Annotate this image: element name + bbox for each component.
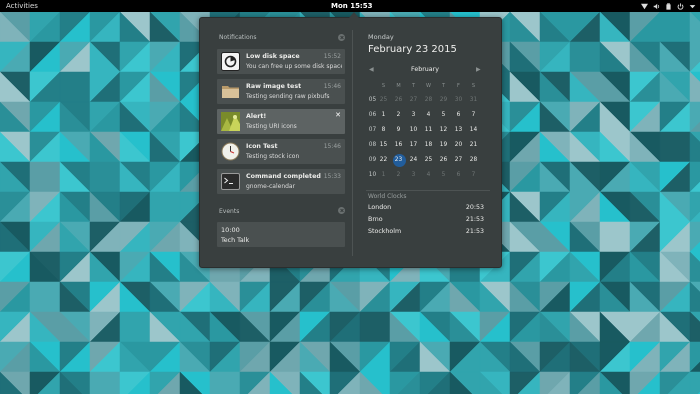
calendar-day[interactable]: 26 bbox=[436, 153, 451, 167]
weekday-header: T bbox=[441, 83, 446, 89]
date-menu-popup: Notifications Low disk space 15:52 You c… bbox=[199, 17, 502, 268]
dropdown-arrow-icon bbox=[689, 4, 696, 8]
network-icon bbox=[641, 3, 648, 9]
calendar-day[interactable]: 8 bbox=[376, 123, 391, 137]
calendar-day[interactable]: 18 bbox=[421, 138, 436, 152]
calendar-day[interactable]: 20 bbox=[451, 138, 466, 152]
calendar-day[interactable]: 3 bbox=[406, 168, 421, 182]
calendar-day[interactable]: 27 bbox=[406, 93, 421, 107]
calendar-day[interactable]: 1 bbox=[376, 108, 391, 122]
calendar-day[interactable]: 5 bbox=[436, 108, 451, 122]
calendar-grid: S M T W T F S 05 25 26 27 28 29 30 31 06 1 2 3 4 5 6 7 07 8 9 10 11… bbox=[200, 18, 503, 269]
calendar-day[interactable]: 17 bbox=[406, 138, 421, 152]
calendar-day[interactable]: 2 bbox=[391, 168, 406, 182]
calendar-day[interactable]: 4 bbox=[421, 168, 436, 182]
calendar-day[interactable]: 14 bbox=[466, 123, 481, 137]
calendar-day[interactable]: 22 bbox=[376, 153, 391, 167]
calendar-day[interactable]: 29 bbox=[436, 93, 451, 107]
weekday-header: F bbox=[457, 83, 460, 89]
weekday-header: S bbox=[471, 83, 476, 89]
battery-icon bbox=[666, 2, 671, 10]
calendar-day[interactable]: 12 bbox=[436, 123, 451, 137]
calendar-day[interactable]: 16 bbox=[391, 138, 406, 152]
weekday-header: W bbox=[426, 83, 431, 89]
activities-button[interactable]: Activities bbox=[6, 0, 38, 12]
weekday-header: M bbox=[396, 83, 401, 89]
weekday-header: S bbox=[381, 83, 386, 89]
power-icon bbox=[677, 2, 684, 10]
calendar-day[interactable]: 7 bbox=[466, 168, 481, 182]
calendar-day[interactable]: 31 bbox=[466, 93, 481, 107]
calendar-day[interactable]: 25 bbox=[421, 153, 436, 167]
calendar-day[interactable]: 1 bbox=[376, 168, 391, 182]
calendar-day[interactable]: 28 bbox=[421, 93, 436, 107]
calendar-day[interactable]: 24 bbox=[406, 153, 421, 167]
system-status-area[interactable] bbox=[641, 0, 696, 12]
calendar-day[interactable]: 6 bbox=[451, 108, 466, 122]
calendar-day-today[interactable]: 23 bbox=[391, 153, 406, 167]
calendar-day[interactable]: 25 bbox=[376, 93, 391, 107]
calendar-day[interactable]: 3 bbox=[406, 108, 421, 122]
calendar-day[interactable]: 30 bbox=[451, 93, 466, 107]
calendar-day[interactable]: 9 bbox=[391, 123, 406, 137]
calendar-day[interactable]: 4 bbox=[421, 108, 436, 122]
calendar-day[interactable]: 28 bbox=[466, 153, 481, 167]
calendar-day[interactable]: 5 bbox=[436, 168, 451, 182]
calendar-day[interactable]: 6 bbox=[451, 168, 466, 182]
calendar-day[interactable]: 21 bbox=[466, 138, 481, 152]
top-bar: Activities Mon 15:53 bbox=[0, 0, 700, 12]
calendar-day[interactable]: 27 bbox=[451, 153, 466, 167]
weekday-header: T bbox=[411, 83, 416, 89]
volume-icon bbox=[653, 3, 660, 9]
calendar-day[interactable]: 7 bbox=[466, 108, 481, 122]
calendar-day[interactable]: 10 bbox=[406, 123, 421, 137]
calendar-day[interactable]: 2 bbox=[391, 108, 406, 122]
calendar-day[interactable]: 15 bbox=[376, 138, 391, 152]
calendar-day[interactable]: 11 bbox=[421, 123, 436, 137]
popup-pointer bbox=[349, 12, 359, 18]
calendar-day[interactable]: 26 bbox=[391, 93, 406, 107]
calendar-day[interactable]: 13 bbox=[451, 123, 466, 137]
calendar-day[interactable]: 19 bbox=[436, 138, 451, 152]
clock-button[interactable]: Mon 15:53 bbox=[331, 0, 372, 12]
